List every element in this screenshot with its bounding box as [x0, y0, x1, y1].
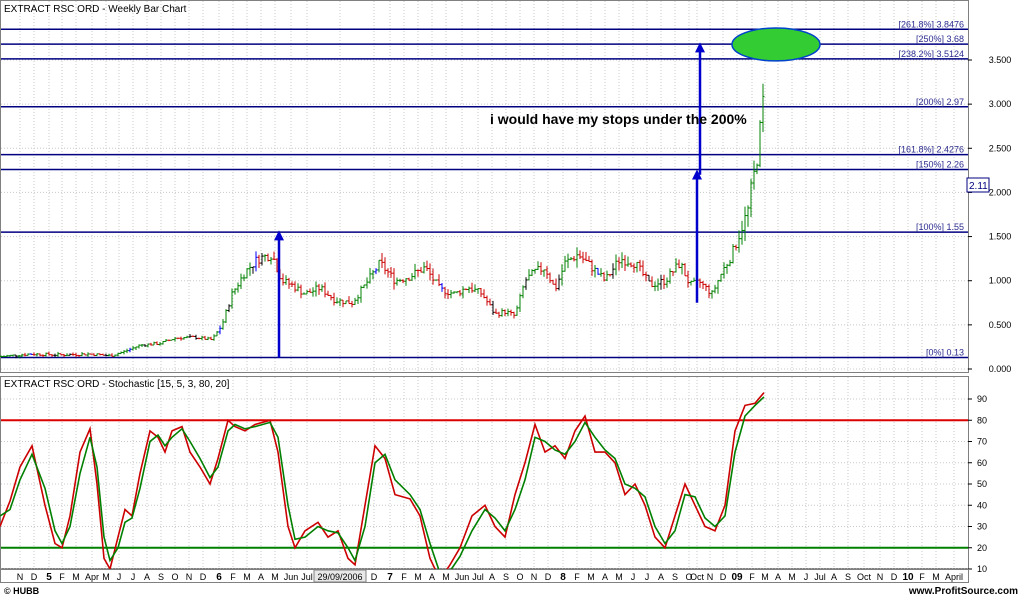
x-axis-label-18: M [271, 572, 279, 582]
price-y-tick-label-1: 0.500 [989, 320, 1012, 330]
x-axis-label-13: D [200, 572, 207, 582]
stochastic-chart-title: EXTRACT RSC ORD - Stochastic [15, 5, 3, … [4, 379, 230, 390]
x-axis-label-51: A [775, 572, 781, 582]
x-axis-label-11: O [171, 572, 178, 582]
fib-label-5: [238.2%] 3.5124 [898, 49, 964, 59]
price-y-tick-label-4: 2.000 [989, 187, 1012, 197]
stochastic-y-tick-label-3: 40 [977, 500, 987, 510]
last-price-label: 2.11 [969, 181, 988, 192]
x-axis-label-46: N [707, 572, 714, 582]
x-axis-label-7: J [117, 572, 122, 582]
x-axis-label-8: J [131, 572, 136, 582]
x-axis-label-40: J [631, 572, 636, 582]
x-axis-label-20: Jul [301, 572, 313, 582]
copyright-text: © HUBB [4, 586, 40, 596]
x-axis-label-59: D [891, 572, 898, 582]
x-axis-label-42: A [658, 572, 664, 582]
x-axis-label-27: M [442, 572, 450, 582]
x-axis-label-16: M [243, 572, 251, 582]
x-axis-label-52: M [788, 572, 796, 582]
fib-label-2: [150%] 2.26 [916, 159, 964, 169]
fib-label-4: [200%] 2.97 [916, 97, 964, 107]
x-axis-labels: N D 5 F M Apr M J J A S O N D 6 F M A M Jun Jul 29/09/2006 D 7 F… [17, 569, 963, 583]
stochastic-y-tick-label-4: 50 [977, 479, 987, 489]
x-axis-label-62: M [932, 572, 940, 582]
x-axis-label-1: D [31, 572, 38, 582]
last-price-badge: 2.11 [966, 177, 990, 193]
fib-label-6: [250%] 3.68 [916, 34, 964, 44]
price-y-tick-label-0: 0.000 [989, 364, 1012, 374]
x-axis-label-37: M [587, 572, 595, 582]
x-axis-label-32: O [516, 572, 523, 582]
x-axis-label-5: Apr [85, 572, 99, 582]
x-axis-label-58: N [877, 572, 884, 582]
target-zone-ellipse [731, 27, 821, 62]
fib-label-1: [100%] 1.55 [916, 222, 964, 232]
x-axis-label-33: N [531, 572, 538, 582]
x-axis-label-15: F [230, 572, 236, 582]
annotation-text: i would have my stops under the 200% [490, 111, 747, 127]
stochastic-y-tick-label-6: 70 [977, 437, 987, 447]
x-axis-label-43: S [672, 572, 678, 582]
x-axis-label-53: J [804, 572, 809, 582]
stochastic-y-tick-label-5: 60 [977, 458, 987, 468]
x-axis-label-24: F [401, 572, 407, 582]
watermark-text: www.ProfitSource.com [908, 586, 1018, 597]
x-axis-label-36: F [574, 572, 580, 582]
x-axis-label-35: 8 [560, 572, 566, 583]
x-axis-label-22: D [371, 572, 378, 582]
x-axis-label-31: S [503, 572, 509, 582]
x-axis-label-14: 6 [216, 572, 222, 583]
x-axis-label-0: N [17, 572, 24, 582]
x-axis-label-30: A [489, 572, 495, 582]
x-axis-label-61: F [919, 572, 925, 582]
x-axis-label-9: A [144, 572, 150, 582]
chart-root: [0%] 0.13 [100%] 1.55 [150%] 2.26 [161.8%] … [0, 0, 1024, 597]
x-axis-label-34: D [545, 572, 552, 582]
x-axis-label-12: N [186, 572, 193, 582]
price-chart-title: EXTRACT RSC ORD - Weekly Bar Chart [4, 4, 187, 15]
x-axis-label-19: Jun [284, 572, 299, 582]
fib-label-7: [261.8%] 3.8476 [898, 19, 964, 29]
x-axis-label-10: S [158, 572, 164, 582]
x-axis-label-48: 09 [731, 572, 743, 583]
stochastic-y-tick-label-2: 30 [977, 522, 987, 532]
x-axis-label-26: A [429, 572, 435, 582]
x-axis-label-23: 7 [387, 572, 393, 583]
fib-label-0: [0%] 0.13 [926, 348, 964, 358]
price-y-tick-label-6: 3.000 [989, 99, 1012, 109]
x-axis-label-56: S [845, 572, 851, 582]
chart-svg: [0%] 0.13 [100%] 1.55 [150%] 2.26 [161.8%] … [0, 0, 1024, 597]
stochastic-y-tick-label-7: 80 [977, 415, 987, 425]
x-axis-label-6: M [102, 572, 110, 582]
x-axis-label-63: April [945, 572, 963, 582]
x-axis-label-2: 5 [46, 572, 52, 583]
x-axis-label-54: Jul [814, 572, 826, 582]
x-axis-label-41: J [645, 572, 650, 582]
price-y-tick-label-5: 2.500 [989, 143, 1012, 153]
x-axis-label-38: A [602, 572, 608, 582]
stochastic-y-tick-label-1: 20 [977, 543, 987, 553]
fib-label-3: [161.8%] 2.4276 [898, 145, 964, 155]
x-axis-label-3: F [59, 572, 65, 582]
x-axis-label-28: Jun [455, 572, 470, 582]
x-axis-label-45: Oct [690, 572, 705, 582]
x-axis-label-39: M [615, 572, 623, 582]
x-axis-label-29: Jul [472, 572, 484, 582]
x-axis-label-60: 10 [902, 572, 914, 583]
x-axis-label-4: M [72, 572, 80, 582]
price-y-tick-label-2: 1.000 [989, 276, 1012, 286]
x-axis-label-21: 29/09/2006 [317, 572, 362, 582]
x-axis-label-47: D [720, 572, 727, 582]
x-axis-label-17: A [258, 572, 264, 582]
x-axis-label-55: A [831, 572, 837, 582]
price-y-tick-label-7: 3.500 [989, 55, 1012, 65]
stochastic-y-tick-label-0: 10 [977, 564, 987, 574]
stochastic-y-tick-label-8: 90 [977, 394, 987, 404]
price-y-tick-label-3: 1.500 [989, 232, 1012, 242]
x-axis-label-49: F [749, 572, 755, 582]
x-axis-label-25: M [414, 572, 422, 582]
x-axis-label-57: Oct [857, 572, 872, 582]
x-axis-label-50: M [761, 572, 769, 582]
